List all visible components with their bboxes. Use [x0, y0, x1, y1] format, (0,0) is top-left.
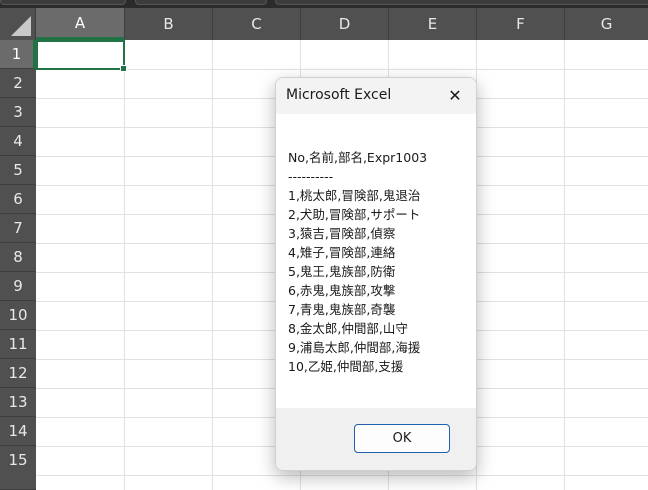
- dialog-title: Microsoft Excel: [286, 87, 392, 103]
- dialog-message: No,名前,部名,Expr1003 ---------- 1,桃太郎,冒険部,鬼…: [288, 148, 427, 376]
- row-header-3[interactable]: 3: [0, 98, 36, 127]
- gridline: [564, 40, 565, 490]
- row-header-4[interactable]: 4: [0, 127, 36, 156]
- gridline: [36, 69, 648, 70]
- gridline: [36, 475, 648, 476]
- ribbon-control[interactable]: [135, 0, 267, 5]
- row-header-14[interactable]: 14: [0, 417, 36, 446]
- message-line: 4,雉子,冒険部,連絡: [288, 245, 396, 260]
- row-header-2[interactable]: 2: [0, 69, 36, 98]
- row-header-12[interactable]: 12: [0, 359, 36, 388]
- dialog-titlebar[interactable]: Microsoft Excel ✕: [276, 78, 476, 114]
- close-icon[interactable]: ✕: [444, 85, 466, 107]
- message-line: 1,桃太郎,冒険部,鬼退治: [288, 188, 421, 203]
- column-header-d[interactable]: D: [301, 8, 389, 40]
- message-line: 2,犬助,冒険部,サポート: [288, 207, 421, 222]
- column-header-c[interactable]: C: [213, 8, 301, 40]
- select-all-button[interactable]: [0, 8, 36, 40]
- gridline: [124, 40, 125, 490]
- row-header-8[interactable]: 8: [0, 243, 36, 272]
- column-header-a[interactable]: A: [36, 8, 125, 40]
- message-line: 8,金太郎,仲間部,山守: [288, 321, 408, 336]
- column-header-e[interactable]: E: [389, 8, 477, 40]
- ok-button[interactable]: OK: [354, 424, 450, 453]
- column-header-bar: A B C D E F G: [0, 8, 648, 40]
- active-cell-a1[interactable]: [36, 40, 127, 72]
- message-line: 6,赤鬼,鬼族部,攻撃: [288, 283, 396, 298]
- message-line: No,名前,部名,Expr1003: [288, 150, 428, 165]
- message-box-dialog: Microsoft Excel ✕ No,名前,部名,Expr1003 ----…: [275, 77, 477, 471]
- row-header-15[interactable]: 15: [0, 446, 36, 490]
- row-header-11[interactable]: 11: [0, 330, 36, 359]
- row-header-1[interactable]: 1: [0, 40, 36, 69]
- column-header-g[interactable]: G: [565, 8, 648, 40]
- message-line: 5,鬼王,鬼族部,防衛: [288, 264, 396, 279]
- dialog-footer: OK: [276, 408, 476, 470]
- column-header-f[interactable]: F: [477, 8, 565, 40]
- ribbon-strip: [0, 0, 648, 8]
- row-header-6[interactable]: 6: [0, 185, 36, 214]
- row-header-9[interactable]: 9: [0, 272, 36, 301]
- select-all-icon: [11, 16, 31, 36]
- fill-handle[interactable]: [120, 65, 127, 72]
- message-line: 3,猿吉,冒険部,偵察: [288, 226, 396, 241]
- row-header-7[interactable]: 7: [0, 214, 36, 243]
- message-line: 9,浦島太郎,仲間部,海援: [288, 340, 421, 355]
- ribbon-control[interactable]: [0, 0, 126, 5]
- message-line: 10,乙姫,仲間部,支援: [288, 359, 404, 374]
- column-header-b[interactable]: B: [125, 8, 213, 40]
- row-header-13[interactable]: 13: [0, 388, 36, 417]
- formula-bar[interactable]: [275, 0, 648, 5]
- dialog-body: No,名前,部名,Expr1003 ---------- 1,桃太郎,冒険部,鬼…: [276, 114, 476, 408]
- message-line: ----------: [288, 169, 334, 184]
- message-line: 7,青鬼,鬼族部,奇襲: [288, 302, 396, 317]
- row-header-10[interactable]: 10: [0, 301, 36, 330]
- gridline: [212, 40, 213, 490]
- row-header-5[interactable]: 5: [0, 156, 36, 185]
